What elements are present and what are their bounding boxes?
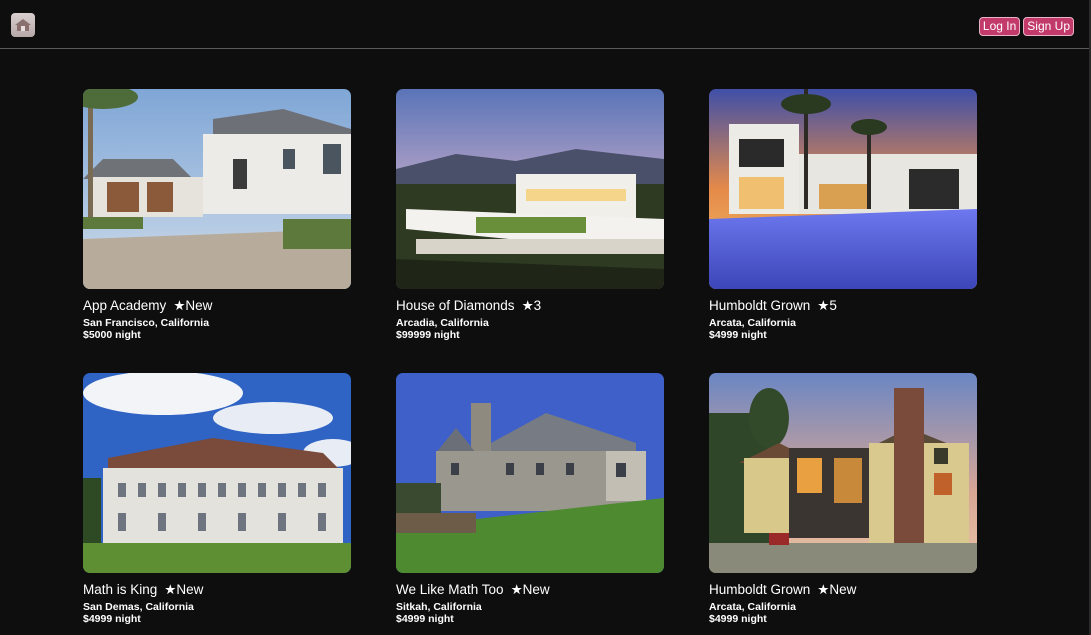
listing-name: Math is King <box>83 582 158 597</box>
listing-price: $5000 night <box>83 329 141 341</box>
listing-card[interactable]: We Like Math Too ★New Sitkah, California … <box>396 373 664 625</box>
listing-name: House of Diamonds <box>396 298 515 313</box>
listing-photo[interactable] <box>709 373 977 573</box>
listing-title-row: We Like Math Too ★New <box>396 582 664 598</box>
listing-price: $4999 night <box>709 613 767 625</box>
listing-photo[interactable] <box>396 373 664 573</box>
listing-price: $4999 night <box>709 329 767 341</box>
listing-title-row: House of Diamonds ★3 <box>396 298 664 314</box>
listing-rating: ★New <box>164 582 204 597</box>
listing-location: Sitkah, California <box>396 601 482 613</box>
listing-card[interactable]: House of Diamonds ★3 Arcadia, California … <box>396 89 664 341</box>
listing-title-row: Humboldt Grown ★5 <box>709 298 977 314</box>
page: Log In Sign Up App Academy ★New San Fran… <box>0 0 1091 635</box>
listing-rating: ★5 <box>817 298 837 313</box>
listing-rating: ★3 <box>521 298 542 313</box>
listing-card[interactable]: App Academy ★New San Francisco, Californi… <box>83 89 351 341</box>
listing-name: Humboldt Grown <box>709 298 811 313</box>
listing-name: We Like Math Too <box>396 582 504 597</box>
listing-name: App Academy <box>83 298 167 313</box>
auth-buttons: Log In Sign Up <box>978 17 1074 36</box>
listing-title-row: Humboldt Grown ★New <box>709 582 977 598</box>
listing-rating: ★New <box>817 582 857 597</box>
listing-location: Arcata, California <box>709 601 796 613</box>
listing-location: Arcadia, California <box>396 317 489 329</box>
listing-photo[interactable] <box>709 89 977 289</box>
listing-photo[interactable] <box>83 373 351 573</box>
listing-location: Arcata, California <box>709 317 796 329</box>
listing-price: $4999 night <box>396 613 454 625</box>
listing-rating: ★New <box>510 582 550 597</box>
listing-title-row: App Academy ★New <box>83 298 351 314</box>
listing-title-row: Math is King ★New <box>83 582 351 598</box>
listing-card[interactable]: Humboldt Grown ★5 Arcata, California $499… <box>709 89 977 341</box>
listing-photo[interactable] <box>396 89 664 289</box>
listing-location: San Francisco, California <box>83 317 210 329</box>
listing-card[interactable]: Math is King ★New San Demas, California $… <box>83 373 351 625</box>
listing-photo[interactable] <box>83 89 351 289</box>
listing-name: Humboldt Grown <box>709 582 811 597</box>
listing-price: $99999 night <box>396 329 460 341</box>
listing-price: $4999 night <box>83 613 141 625</box>
login-button[interactable]: Log In <box>978 17 1021 36</box>
top-nav: Log In Sign Up <box>0 0 1089 49</box>
listing-card[interactable]: Humboldt Grown ★New Arcata, California $4… <box>709 373 977 625</box>
signup-button[interactable]: Sign Up <box>1023 17 1074 36</box>
listing-location: San Demas, California <box>83 601 194 613</box>
listing-rating: ★New <box>173 298 213 313</box>
house-logo-icon[interactable] <box>11 13 35 37</box>
